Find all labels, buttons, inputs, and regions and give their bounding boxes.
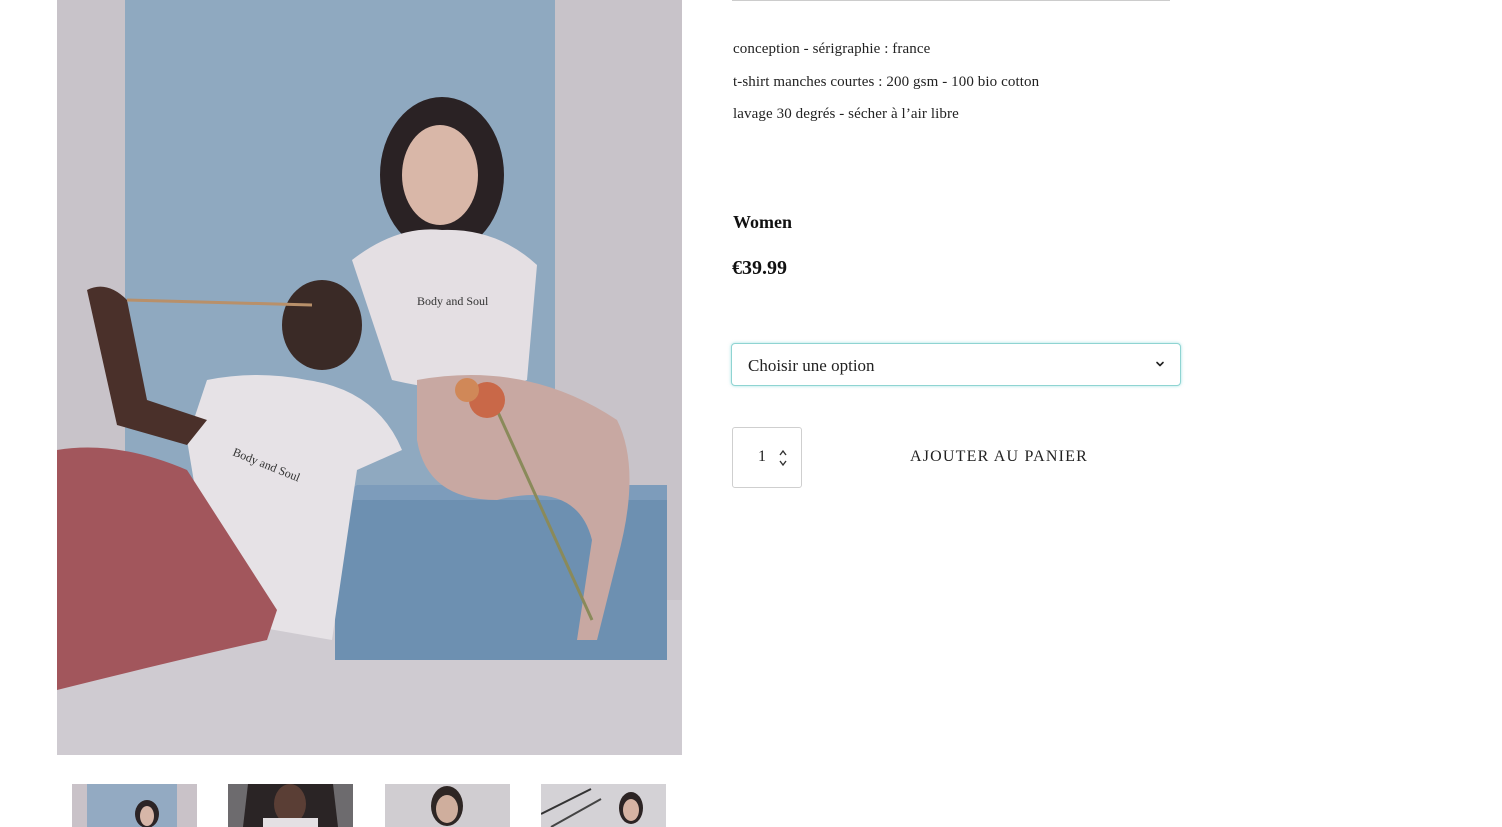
thumbnail-3[interactable] (385, 784, 510, 827)
title-divider (732, 0, 1170, 1)
description-line-1: conception - sérigraphie : france (733, 41, 931, 57)
product-photo-illustration: Body and Soul Body and Soul (57, 0, 682, 755)
quantity-value[interactable]: 1 (758, 448, 766, 466)
thumbnail-4[interactable] (541, 784, 666, 827)
product-price: €39.99 (732, 257, 787, 279)
spinner-arrows-icon[interactable] (777, 447, 789, 469)
variation-select[interactable]: Choisir une option (731, 343, 1181, 386)
thumbnail-image (228, 784, 353, 827)
add-to-cart-button[interactable]: AJOUTER AU PANIER (900, 440, 1098, 474)
chevron-down-icon (1156, 361, 1164, 367)
description-line-3: lavage 30 degrés - sécher à l’air libre (733, 106, 959, 122)
quantity-stepper[interactable]: 1 (732, 427, 802, 488)
thumbnail-image (541, 784, 666, 827)
product-main-image[interactable]: Body and Soul Body and Soul (57, 0, 682, 755)
thumbnail-2[interactable] (228, 784, 353, 827)
product-category: Women (733, 212, 793, 232)
variation-select-value: Choisir une option (748, 356, 875, 375)
thumbnail-image (385, 784, 510, 827)
thumbnail-1[interactable] (72, 784, 197, 827)
thumbnail-image (72, 784, 197, 827)
svg-text:Body and Soul: Body and Soul (417, 294, 489, 308)
description-line-2: t-shirt manches courtes : 200 gsm - 100 … (733, 74, 1040, 90)
